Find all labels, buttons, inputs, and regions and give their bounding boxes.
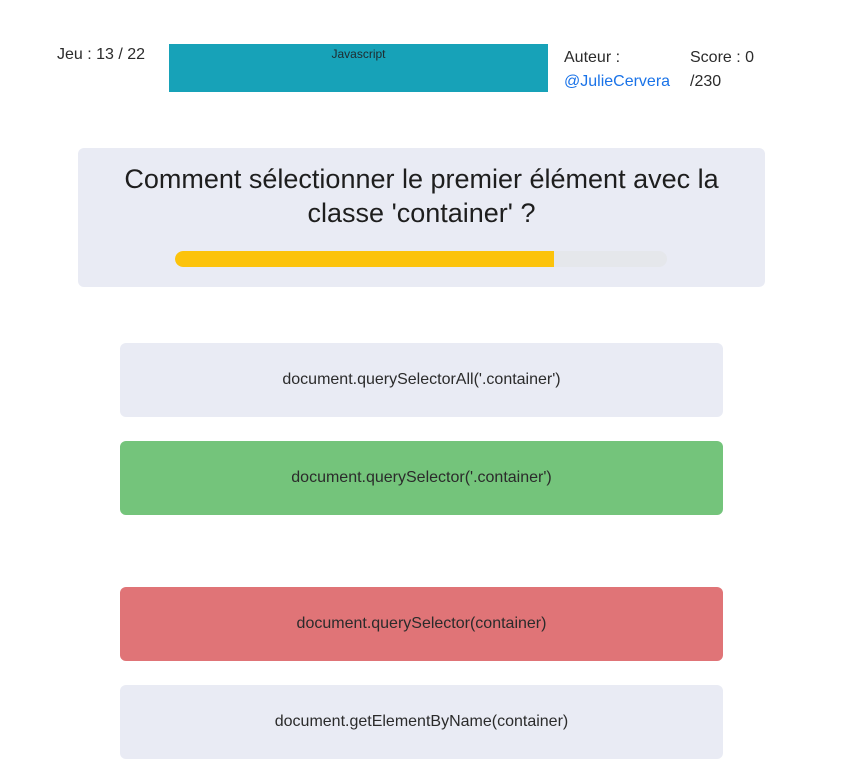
score-label: Score : 0: [690, 49, 755, 66]
category-banner: Javascript: [169, 44, 548, 92]
question-card: Comment sélectionner le premier élément …: [78, 148, 765, 287]
question-title: Comment sélectionner le premier élément …: [124, 164, 719, 228]
category-label: Javascript: [331, 47, 386, 61]
author-link[interactable]: @JulieCervera: [564, 70, 670, 94]
answer-option-4[interactable]: document.getElementByName(container): [120, 685, 723, 759]
progress-bar: [175, 251, 667, 267]
score-block: Score : 0 /230: [690, 46, 754, 94]
answer-option-1[interactable]: document.querySelectorAll('.container'): [120, 343, 723, 417]
author-block: Auteur : @JulieCervera: [564, 46, 670, 94]
answer-option-2[interactable]: document.querySelector('.container'): [120, 441, 723, 515]
progress-fill: [175, 251, 554, 267]
quiz-page: Jeu : 13 / 22 Javascript Auteur : @Julie…: [0, 0, 848, 773]
score-total: /230: [690, 73, 722, 90]
game-counter: Jeu : 13 / 22: [57, 46, 146, 63]
answer-option-3[interactable]: document.querySelector(container): [120, 587, 723, 661]
author-label: Auteur :: [564, 49, 621, 66]
